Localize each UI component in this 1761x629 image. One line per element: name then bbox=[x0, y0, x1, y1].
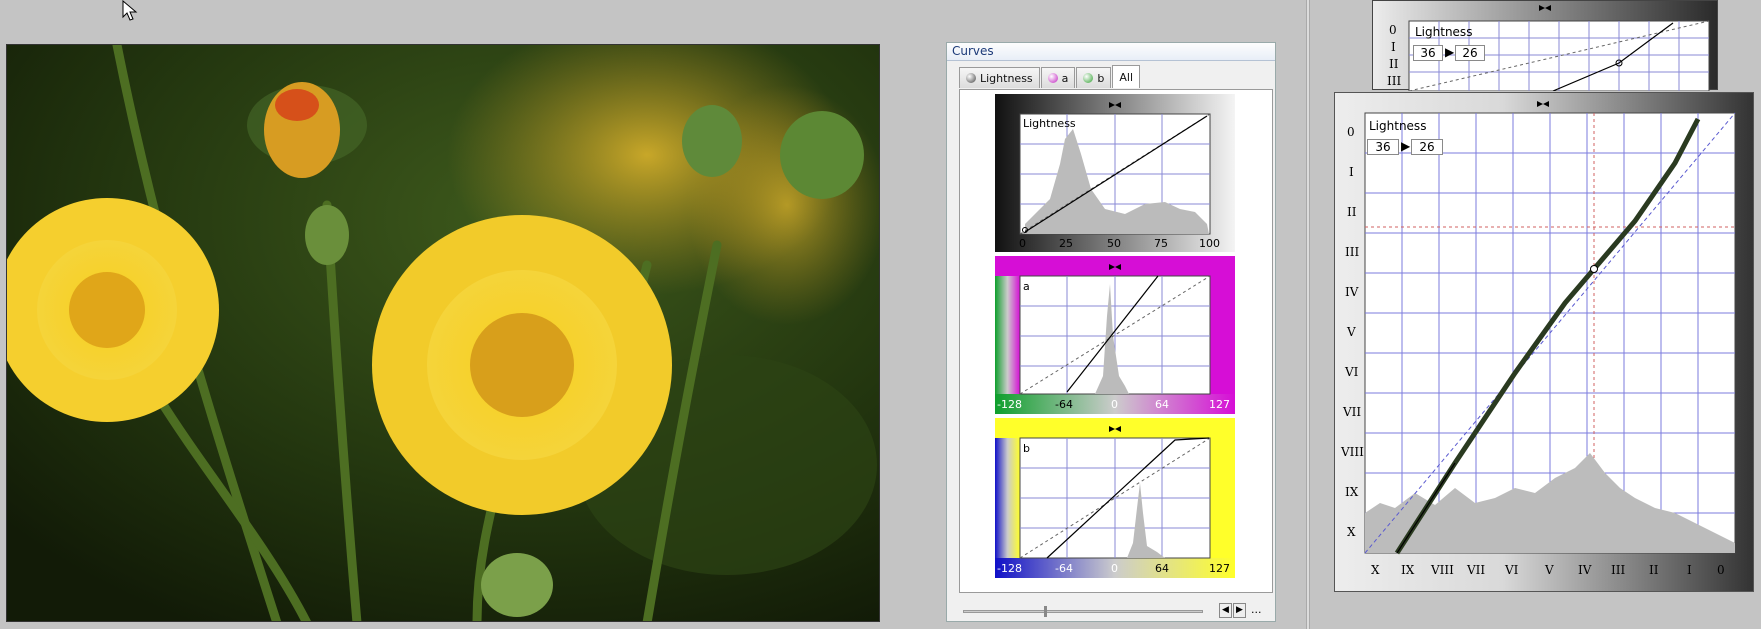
small-window-input-field[interactable]: 36 bbox=[1413, 45, 1443, 61]
col-label-0: X bbox=[1371, 563, 1380, 577]
col-label-4: VI bbox=[1505, 563, 1519, 577]
lightness-tick-3: 75 bbox=[1154, 237, 1168, 250]
b-tick-0: -128 bbox=[997, 562, 1022, 575]
b-tick-4: 127 bbox=[1209, 562, 1230, 575]
large-window-arrow-icon: ▶ bbox=[1401, 139, 1411, 153]
b-tick-3: 64 bbox=[1155, 562, 1169, 575]
a-tick-1: -64 bbox=[1055, 398, 1073, 411]
row-label-2: II bbox=[1347, 205, 1357, 219]
scroll-right-button[interactable]: ▶ bbox=[1233, 603, 1246, 618]
scroll-left-button[interactable]: ◀ bbox=[1219, 603, 1232, 618]
col-label-3: VII bbox=[1467, 563, 1486, 577]
row-label-8: VIII bbox=[1341, 445, 1364, 459]
curves-bottom-bar: ◀ ▶ ... bbox=[959, 603, 1273, 619]
tab-lightness-label: Lightness bbox=[980, 71, 1033, 85]
photo-canvas[interactable] bbox=[6, 44, 880, 622]
a-tick-0: -128 bbox=[997, 398, 1022, 411]
row-label-3: III bbox=[1345, 245, 1360, 259]
large-curve-window[interactable]: Lightness 36 ▶ 26 0 I II III IV V VI VII… bbox=[1334, 92, 1754, 592]
col-label-5: V bbox=[1545, 563, 1554, 577]
curves-tab-content: Lightness 0 25 50 75 100 a -128 -64 0 64… bbox=[959, 89, 1273, 593]
large-window-input-field[interactable]: 36 bbox=[1367, 139, 1399, 155]
a-curve-editor[interactable]: a -128 -64 0 64 127 bbox=[995, 256, 1235, 414]
lightness-tick-4: 100 bbox=[1199, 237, 1220, 250]
tab-b[interactable]: b bbox=[1076, 67, 1112, 88]
small-window-curve-name: Lightness bbox=[1415, 25, 1473, 39]
tab-all[interactable]: All bbox=[1112, 65, 1141, 88]
small-window-row-label-2: II bbox=[1389, 57, 1399, 71]
b-tick-1: -64 bbox=[1055, 562, 1073, 575]
col-label-8: II bbox=[1649, 563, 1659, 577]
tab-a[interactable]: a bbox=[1040, 67, 1076, 88]
lightness-curve-editor[interactable]: Lightness 0 25 50 75 100 bbox=[995, 94, 1235, 252]
panel-splitter[interactable] bbox=[1306, 0, 1310, 629]
zoom-slider-track[interactable] bbox=[963, 610, 1203, 613]
a-tick-4: 127 bbox=[1209, 398, 1230, 411]
tab-b-label: b bbox=[1097, 71, 1105, 85]
small-window-row-label-1: I bbox=[1391, 40, 1396, 54]
a-channel-icon bbox=[1047, 73, 1058, 83]
more-options-button[interactable]: ... bbox=[1251, 603, 1262, 616]
small-curve-window[interactable]: Lightness 36 ▶ 26 0 I II III bbox=[1372, 0, 1718, 92]
zoom-slider-thumb[interactable] bbox=[1044, 606, 1047, 617]
row-label-5: V bbox=[1347, 325, 1356, 339]
small-window-output-field[interactable]: 26 bbox=[1455, 45, 1485, 61]
row-label-7: VII bbox=[1343, 405, 1362, 419]
tab-all-label: All bbox=[1119, 70, 1134, 84]
row-label-0: 0 bbox=[1347, 125, 1355, 139]
lightness-tick-0: 0 bbox=[1019, 237, 1026, 250]
small-window-arrow-icon: ▶ bbox=[1445, 45, 1455, 59]
curves-panel: Curves Lightness a b All Lightness 0 25 … bbox=[946, 42, 1276, 622]
flower-photo-image bbox=[7, 45, 879, 621]
row-label-4: IV bbox=[1345, 285, 1359, 299]
small-window-row-label-3: III bbox=[1387, 74, 1402, 88]
col-label-10: 0 bbox=[1717, 563, 1725, 577]
mouse-cursor-icon bbox=[122, 0, 138, 21]
tab-a-label: a bbox=[1061, 71, 1069, 85]
b-channel-icon bbox=[1083, 73, 1094, 83]
workspace: Curves Lightness a b All Lightness 0 25 … bbox=[0, 0, 1761, 629]
col-label-7: III bbox=[1611, 563, 1626, 577]
curves-tab-bar: Lightness a b All bbox=[959, 65, 1141, 89]
b-curve-editor[interactable]: b -128 -64 0 64 127 bbox=[995, 418, 1235, 578]
large-window-curve-name: Lightness bbox=[1369, 119, 1427, 133]
a-curve-name: a bbox=[1023, 280, 1030, 293]
lightness-curve-name: Lightness bbox=[1023, 117, 1076, 130]
a-tick-3: 64 bbox=[1155, 398, 1169, 411]
large-window-output-field[interactable]: 26 bbox=[1411, 139, 1443, 155]
row-label-1: I bbox=[1349, 165, 1354, 179]
col-label-6: IV bbox=[1578, 563, 1592, 577]
col-label-1: IX bbox=[1401, 563, 1415, 577]
small-window-row-label-0: 0 bbox=[1389, 23, 1397, 37]
lightness-tick-2: 50 bbox=[1107, 237, 1121, 250]
b-tick-2: 0 bbox=[1111, 562, 1118, 575]
lightness-tick-1: 25 bbox=[1059, 237, 1073, 250]
b-curve-name: b bbox=[1023, 442, 1030, 455]
col-label-9: I bbox=[1687, 563, 1692, 577]
lightness-icon bbox=[966, 73, 976, 83]
row-label-6: VI bbox=[1345, 365, 1359, 379]
row-label-9: IX bbox=[1345, 485, 1359, 499]
col-label-2: VIII bbox=[1431, 563, 1454, 577]
a-tick-2: 0 bbox=[1111, 398, 1118, 411]
tab-lightness[interactable]: Lightness bbox=[959, 67, 1040, 88]
curves-panel-title: Curves bbox=[947, 43, 1275, 61]
row-label-10: X bbox=[1347, 525, 1356, 539]
